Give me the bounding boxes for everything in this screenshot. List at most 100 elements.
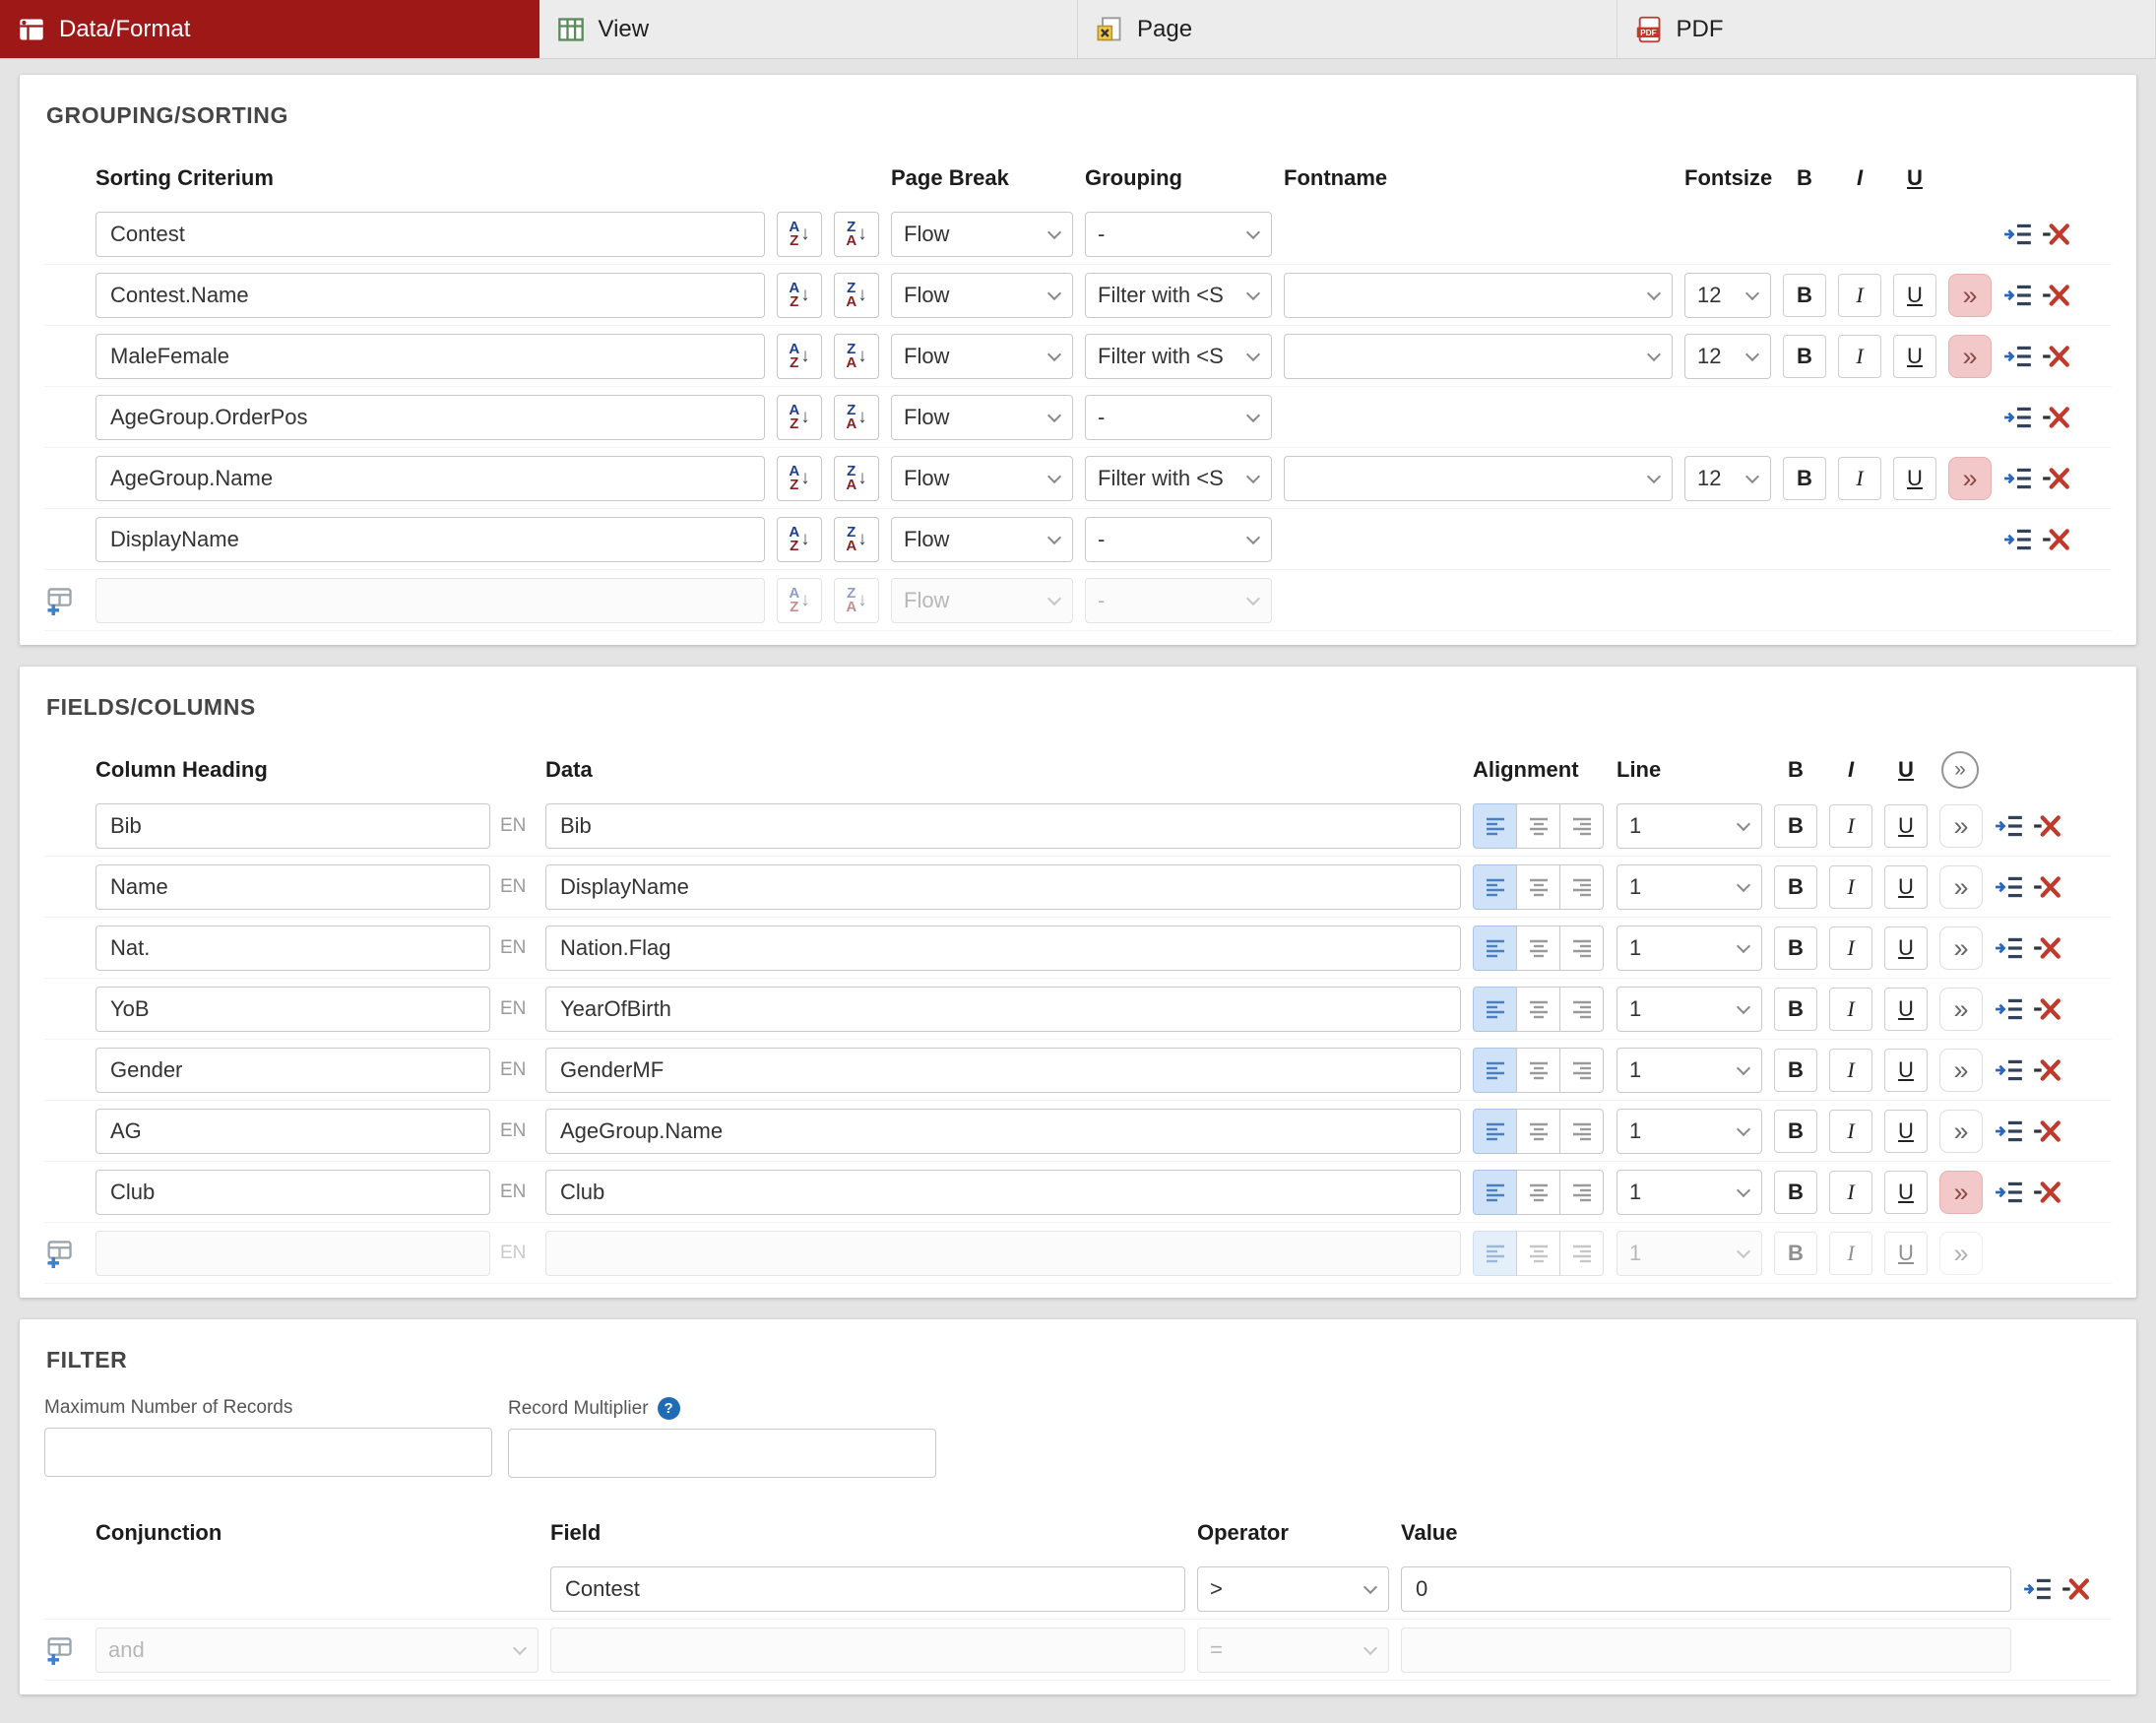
italic-button[interactable]: I	[1829, 987, 1872, 1031]
insert-row-icon[interactable]	[2003, 527, 2033, 552]
tab-page[interactable]: Page	[1078, 0, 1617, 58]
underline-button[interactable]: U	[1884, 803, 1928, 848]
more-options-button[interactable]: »	[1939, 1109, 1983, 1153]
bold-button[interactable]: B	[1774, 1231, 1817, 1275]
bold-button[interactable]: B	[1774, 925, 1817, 970]
fontname-select[interactable]	[1284, 272, 1673, 318]
insert-row-icon[interactable]	[1995, 874, 2024, 900]
operator-select[interactable]: =	[1197, 1627, 1389, 1673]
more-options-button[interactable]: »	[1939, 1231, 1983, 1275]
align-center-button[interactable]	[1516, 1230, 1560, 1276]
page-break-select[interactable]: Flow	[891, 272, 1073, 318]
underline-button[interactable]: U	[1893, 456, 1936, 500]
underline-button[interactable]: U	[1893, 334, 1936, 378]
grouping-select[interactable]: Filter with <S	[1085, 272, 1272, 318]
bold-button[interactable]: B	[1774, 1170, 1817, 1214]
sort-descending-button[interactable]: ZA ↓	[834, 394, 879, 440]
add-row-icon[interactable]	[44, 1239, 74, 1268]
fontname-select[interactable]	[1284, 333, 1673, 379]
align-left-button[interactable]	[1473, 1169, 1517, 1215]
insert-row-icon[interactable]	[1995, 996, 2024, 1022]
align-right-button[interactable]	[1559, 986, 1604, 1032]
column-heading-input[interactable]	[95, 1047, 490, 1093]
grouping-select[interactable]: -	[1085, 394, 1272, 440]
sorting-criterium-input[interactable]	[95, 211, 765, 257]
more-options-button[interactable]: »	[1939, 864, 1983, 909]
filter-field-input[interactable]	[550, 1565, 1185, 1612]
fontsize-select[interactable]: 12	[1684, 333, 1771, 379]
more-options-button[interactable]: »	[1948, 273, 1992, 317]
bold-button[interactable]: B	[1774, 987, 1817, 1031]
page-break-select[interactable]: Flow	[891, 394, 1073, 440]
line-select[interactable]: 1	[1617, 1230, 1762, 1276]
italic-button[interactable]: I	[1838, 334, 1881, 378]
sort-descending-button[interactable]: ZA ↓	[834, 333, 879, 379]
info-icon[interactable]: ?	[657, 1397, 680, 1420]
line-select[interactable]: 1	[1617, 925, 1762, 971]
column-heading-input[interactable]	[95, 1169, 490, 1215]
sort-ascending-button[interactable]: AZ ↓	[777, 333, 822, 379]
more-options-button[interactable]: »	[1939, 1170, 1983, 1214]
bold-button[interactable]: B	[1774, 864, 1817, 909]
line-select[interactable]: 1	[1617, 802, 1762, 849]
italic-button[interactable]: I	[1829, 1048, 1872, 1092]
data-field-input[interactable]	[545, 1230, 1461, 1276]
sort-descending-button[interactable]: ZA ↓	[834, 516, 879, 562]
filter-value-input[interactable]	[1401, 1565, 2011, 1612]
column-heading-input[interactable]	[95, 1230, 490, 1276]
insert-row-icon[interactable]	[1995, 1180, 2024, 1205]
expand-all-button[interactable]: »	[1941, 751, 1979, 789]
bold-button[interactable]: B	[1774, 1109, 1817, 1153]
delete-row-icon[interactable]	[2032, 1057, 2061, 1083]
align-right-button[interactable]	[1559, 802, 1604, 849]
bold-button[interactable]: B	[1783, 273, 1826, 317]
sort-descending-button[interactable]: ZA ↓	[834, 577, 879, 623]
sort-ascending-button[interactable]: AZ ↓	[777, 211, 822, 257]
insert-row-icon[interactable]	[2003, 283, 2033, 308]
more-options-button[interactable]: »	[1939, 1048, 1983, 1092]
delete-row-icon[interactable]	[2032, 813, 2061, 839]
delete-row-icon[interactable]	[2061, 1576, 2090, 1602]
sorting-criterium-input[interactable]	[95, 394, 765, 440]
align-center-button[interactable]	[1516, 1047, 1560, 1093]
delete-row-icon[interactable]	[2041, 222, 2070, 247]
delete-row-icon[interactable]	[2032, 874, 2061, 900]
sorting-criterium-input[interactable]	[95, 272, 765, 318]
conjunction-select[interactable]: and	[95, 1627, 539, 1673]
sort-ascending-button[interactable]: AZ ↓	[777, 455, 822, 501]
align-center-button[interactable]	[1516, 802, 1560, 849]
align-right-button[interactable]	[1559, 1108, 1604, 1154]
data-field-input[interactable]	[545, 1169, 1461, 1215]
align-center-button[interactable]	[1516, 1169, 1560, 1215]
align-left-button[interactable]	[1473, 986, 1517, 1032]
add-row-icon[interactable]	[44, 1635, 74, 1665]
tab-data-format[interactable]: Data/Format	[0, 0, 539, 58]
fontsize-select[interactable]: 12	[1684, 272, 1771, 318]
max-records-input[interactable]	[44, 1428, 492, 1477]
delete-row-icon[interactable]	[2041, 466, 2070, 491]
sort-descending-button[interactable]: ZA ↓	[834, 455, 879, 501]
insert-row-icon[interactable]	[2003, 222, 2033, 247]
italic-button[interactable]: I	[1829, 1109, 1872, 1153]
filter-value-input[interactable]	[1401, 1627, 2011, 1673]
page-break-select[interactable]: Flow	[891, 516, 1073, 562]
insert-row-icon[interactable]	[2003, 466, 2033, 491]
align-right-button[interactable]	[1559, 863, 1604, 910]
sort-ascending-button[interactable]: AZ ↓	[777, 272, 822, 318]
align-right-button[interactable]	[1559, 1169, 1604, 1215]
sorting-criterium-input[interactable]	[95, 455, 765, 501]
align-left-button[interactable]	[1473, 863, 1517, 910]
align-center-button[interactable]	[1516, 986, 1560, 1032]
grouping-select[interactable]: Filter with <S	[1085, 333, 1272, 379]
underline-button[interactable]: U	[1884, 864, 1928, 909]
column-heading-input[interactable]	[95, 925, 490, 971]
italic-button[interactable]: I	[1829, 1170, 1872, 1214]
data-field-input[interactable]	[545, 863, 1461, 910]
sort-ascending-button[interactable]: AZ ↓	[777, 577, 822, 623]
align-right-button[interactable]	[1559, 925, 1604, 971]
delete-row-icon[interactable]	[2032, 935, 2061, 961]
line-select[interactable]: 1	[1617, 1169, 1762, 1215]
insert-row-icon[interactable]	[1995, 935, 2024, 961]
tab-view[interactable]: View	[539, 0, 1078, 58]
record-multiplier-input[interactable]	[508, 1429, 936, 1478]
